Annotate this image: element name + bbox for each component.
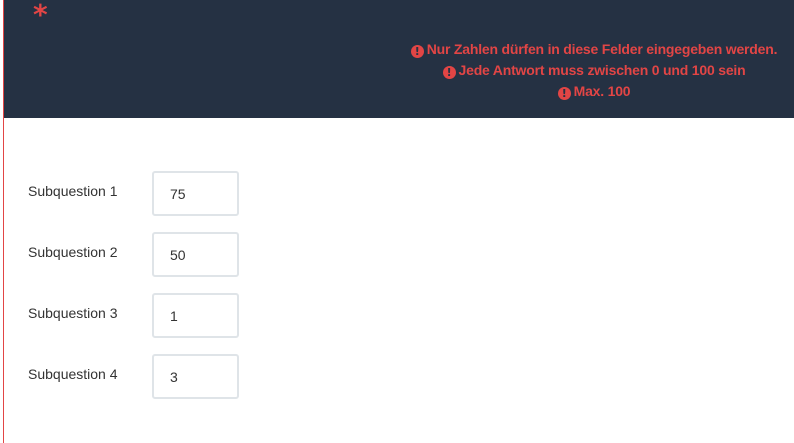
tip-range-text: Jede Antwort muss zwischen 0 und 100 sei… (458, 62, 746, 78)
subquestion-label: Subquestion 1 (28, 183, 118, 199)
subquestion-label: Subquestion 2 (28, 244, 118, 260)
subquestion-3-input[interactable] (152, 293, 239, 338)
exclamation-circle-icon: ! (557, 87, 571, 100)
subquestion-4-input[interactable] (152, 354, 239, 399)
subquestion-row: Subquestion 2 (4, 232, 794, 293)
subquestion-row: Subquestion 4 (4, 354, 794, 415)
exclamation-circle-icon: ! (442, 66, 456, 79)
subquestion-row: Subquestion 3 (4, 293, 794, 354)
tip-numbers-only: ! Nur Zahlen dürfen in diese Felder einge… (394, 39, 794, 60)
question-container: * ! Nur Zahlen dürfen in diese Felder ein… (0, 0, 794, 443)
subquestion-label: Subquestion 4 (28, 366, 118, 382)
tip-max-text: Max. 100 (573, 83, 631, 99)
subquestion-label: Subquestion 3 (28, 305, 118, 321)
validation-tips: ! Nur Zahlen dürfen in diese Felder einge… (394, 39, 794, 102)
subquestion-list: Subquestion 1 Subquestion 2 Subquestion … (4, 171, 794, 415)
subquestion-row: Subquestion 1 (4, 171, 794, 232)
subquestion-1-input[interactable] (152, 171, 239, 216)
tip-numbers-only-text: Nur Zahlen dürfen in diese Felder eingeg… (426, 41, 778, 57)
tip-range: ! Jede Antwort muss zwischen 0 und 100 se… (394, 60, 794, 81)
tip-max: ! Max. 100 (394, 81, 794, 102)
subquestion-2-input[interactable] (152, 232, 239, 277)
question-header: * ! Nur Zahlen dürfen in diese Felder ein… (4, 0, 794, 118)
mandatory-star-icon: * (33, 0, 48, 31)
exclamation-circle-icon: ! (410, 45, 424, 58)
